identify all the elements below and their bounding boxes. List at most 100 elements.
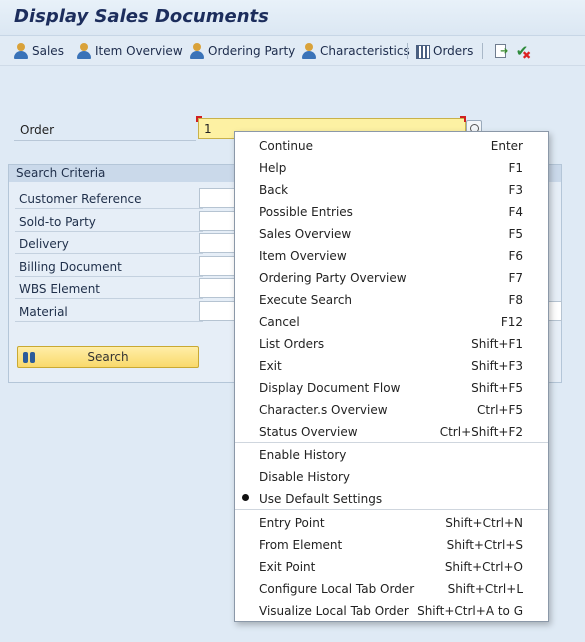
menu-item-status-overview[interactable]: Status Overview Ctrl+Shift+F2 <box>235 420 548 442</box>
menu-item-label: Enable History <box>259 448 347 462</box>
menu-item-shortcut: F8 <box>508 293 523 307</box>
person-icon <box>13 43 29 59</box>
menu-item-exit-point[interactable]: Exit Point Shift+Ctrl+O <box>235 555 548 577</box>
menu-item-shortcut: Shift+Ctrl+O <box>444 560 523 574</box>
menu-item-execute-search[interactable]: Execute Search F8 <box>235 288 548 310</box>
characteristics-label: Characteristics <box>320 44 410 58</box>
delivery-label: Delivery <box>19 237 69 251</box>
required-marker <box>196 116 202 122</box>
menu-item-enable-history[interactable]: Enable History <box>235 443 548 465</box>
menu-item-shortcut: F7 <box>508 271 523 285</box>
menu-item-possible-entries[interactable]: Possible Entries F4 <box>235 200 548 222</box>
material-label: Material <box>19 305 68 319</box>
menu-item-label: Character.s Overview <box>259 403 388 417</box>
menu-item-shortcut: F4 <box>508 205 523 219</box>
menu-item-shortcut: Ctrl+F5 <box>477 403 523 417</box>
list-icon <box>416 44 430 59</box>
menu-item-display-document-flow[interactable]: Display Document Flow Shift+F5 <box>235 376 548 398</box>
characteristics-button[interactable]: Characteristics <box>301 41 410 61</box>
menu-item-disable-history[interactable]: Disable History <box>235 465 548 487</box>
menu-item-label: Cancel <box>259 315 300 329</box>
menu-item-shortcut: Shift+Ctrl+A to G <box>417 604 523 618</box>
toolbar-separator <box>407 43 408 59</box>
application-toolbar: Sales Item Overview Ordering Party Chara… <box>0 36 585 66</box>
menu-item-use-default-settings[interactable]: Use Default Settings <box>235 487 548 509</box>
divider <box>15 276 203 277</box>
menu-item-shortcut: Shift+F5 <box>471 381 523 395</box>
menu-item-label: List Orders <box>259 337 325 351</box>
menu-item-label: Exit <box>259 359 282 373</box>
divider <box>15 253 203 254</box>
menu-item-shortcut: F1 <box>508 161 523 175</box>
item-overview-label: Item Overview <box>95 44 183 58</box>
search-button[interactable]: Search <box>17 346 199 368</box>
search-button-label: Search <box>87 350 129 364</box>
menu-item-label: From Element <box>259 538 343 552</box>
menu-item-entry-point[interactable]: Entry Point Shift+Ctrl+N <box>235 511 548 533</box>
menu-item-back[interactable]: Back F3 <box>235 178 548 200</box>
menu-item-label: Continue <box>259 139 313 153</box>
menu-item-label: Sales Overview <box>259 227 352 241</box>
menu-item-label: Exit Point <box>259 560 316 574</box>
title-bar: Display Sales Documents <box>0 0 585 36</box>
menu-item-shortcut: Shift+Ctrl+N <box>445 516 523 530</box>
menu-item-shortcut: F6 <box>508 249 523 263</box>
customer-reference-label: Customer Reference <box>19 192 142 206</box>
menu-item-shortcut: Ctrl+Shift+F2 <box>439 425 523 439</box>
order-label: Order <box>20 123 55 137</box>
menu-item-label: Ordering Party Overview <box>259 271 407 285</box>
menu-item-shortcut: Shift+F1 <box>471 337 523 351</box>
divider <box>15 298 203 299</box>
menu-item-item-overview[interactable]: Item Overview F6 <box>235 244 548 266</box>
export-button[interactable] <box>493 41 509 61</box>
menu-item-label: Item Overview <box>259 249 347 263</box>
menu-item-label: Help <box>259 161 287 175</box>
multiple-selection-button[interactable]: ✔ ✖ <box>514 41 532 62</box>
item-overview-button[interactable]: Item Overview <box>76 41 183 61</box>
menu-item-shortcut: Shift+Ctrl+S <box>446 538 523 552</box>
menu-item-label: Back <box>259 183 289 197</box>
menu-item-sales-overview[interactable]: Sales Overview F5 <box>235 222 548 244</box>
menu-item-shortcut: Enter <box>490 139 523 153</box>
orders-label: Orders <box>433 44 474 58</box>
sales-button[interactable]: Sales <box>13 41 64 61</box>
menu-separator <box>235 509 548 510</box>
selected-bullet-icon <box>242 494 249 501</box>
menu-item-continue[interactable]: Continue Enter <box>235 134 548 156</box>
menu-item-help[interactable]: Help F1 <box>235 156 548 178</box>
divider <box>14 140 196 141</box>
menu-item-visualize-local-tab-order[interactable]: Visualize Local Tab Order Shift+Ctrl+A to… <box>235 599 548 621</box>
menu-item-exit[interactable]: Exit Shift+F3 <box>235 354 548 376</box>
menu-item-label: Display Document Flow <box>259 381 401 395</box>
context-menu: Continue Enter Help F1 Back F3 Possible Ent… <box>234 131 549 622</box>
menu-item-configure-local-tab-order[interactable]: Configure Local Tab Order Shift+Ctrl+L <box>235 577 548 599</box>
menu-item-label: Disable History <box>259 470 351 484</box>
person-icon <box>301 43 317 59</box>
sales-label: Sales <box>32 44 64 58</box>
orders-button[interactable]: Orders <box>416 41 473 61</box>
menu-item-from-element[interactable]: From Element Shift+Ctrl+S <box>235 533 548 555</box>
menu-item-shortcut: Shift+F3 <box>471 359 523 373</box>
sold-to-party-label: Sold-to Party <box>19 215 96 229</box>
menu-item-label: Status Overview <box>259 425 358 439</box>
toolbar-separator <box>482 43 483 59</box>
menu-item-label: Use Default Settings <box>259 492 383 506</box>
menu-item-label: Execute Search <box>259 293 353 307</box>
menu-item-characteristics-overview[interactable]: Character.s Overview Ctrl+F5 <box>235 398 548 420</box>
wbs-element-label: WBS Element <box>19 282 100 296</box>
menu-item-ordering-party-overview[interactable]: Ordering Party Overview F7 <box>235 266 548 288</box>
page-title: Display Sales Documents <box>14 6 269 27</box>
person-icon <box>189 43 205 59</box>
divider <box>15 231 203 232</box>
menu-item-label: Possible Entries <box>259 205 353 219</box>
menu-item-shortcut: F12 <box>500 315 523 329</box>
check-cross-icon: ✔ ✖ <box>515 42 532 62</box>
menu-item-list-orders[interactable]: List Orders Shift+F1 <box>235 332 548 354</box>
divider <box>15 321 203 322</box>
divider <box>15 208 203 209</box>
ordering-party-button[interactable]: Ordering Party <box>189 41 295 61</box>
menu-item-shortcut: Shift+Ctrl+L <box>447 582 523 596</box>
menu-item-cancel[interactable]: Cancel F12 <box>235 310 548 332</box>
menu-item-shortcut: F5 <box>508 227 523 241</box>
menu-item-label: Visualize Local Tab Order <box>259 604 409 618</box>
